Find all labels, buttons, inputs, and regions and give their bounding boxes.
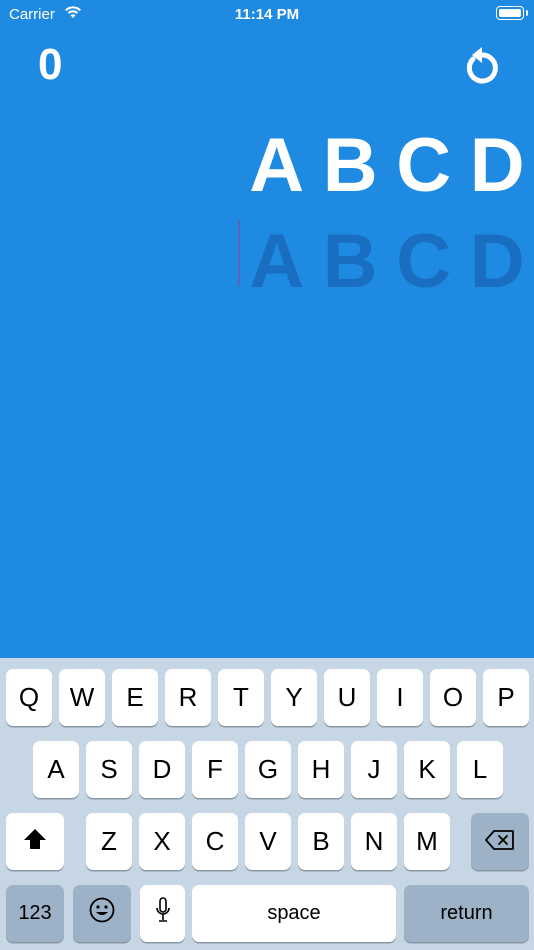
key-s[interactable]: S [86,741,132,798]
key-m[interactable]: M [404,813,450,870]
key-u[interactable]: U [324,669,370,726]
shift-key[interactable] [6,813,64,870]
emoji-icon [89,897,115,930]
key-t[interactable]: T [218,669,264,726]
status-bar: Carrier 11:14 PM [0,0,534,28]
emoji-key[interactable] [73,885,131,942]
battery-icon [496,6,528,20]
delete-key[interactable] [471,813,529,870]
key-r[interactable]: R [165,669,211,726]
target-letter: D [469,123,525,208]
key-c[interactable]: C [192,813,238,870]
key-o[interactable]: O [430,669,476,726]
typed-letter: C [396,219,452,304]
key-b[interactable]: B [298,813,344,870]
keyboard: Q W E R T Y U I O P A S D F G H J K L Z … [0,658,534,950]
typed-letter: D [469,219,525,304]
key-y[interactable]: Y [271,669,317,726]
return-key[interactable]: return [404,885,529,942]
key-z[interactable]: Z [86,813,132,870]
target-letters: A B C D [240,122,534,209]
key-p[interactable]: P [483,669,529,726]
space-key[interactable]: space [192,885,396,942]
backspace-icon [485,826,515,857]
typed-letter: A [249,219,305,304]
key-g[interactable]: G [245,741,291,798]
typed-letters[interactable]: A B C D [240,218,534,305]
key-k[interactable]: K [404,741,450,798]
key-h[interactable]: H [298,741,344,798]
numbers-key[interactable]: 123 [6,885,64,942]
dictation-key[interactable] [140,885,185,942]
key-f[interactable]: F [192,741,238,798]
key-x[interactable]: X [139,813,185,870]
shift-icon [23,826,47,857]
score-label: 0 [38,40,63,89]
target-letter: C [396,123,452,208]
key-v[interactable]: V [245,813,291,870]
key-w[interactable]: W [59,669,105,726]
target-letter: A [249,123,305,208]
reset-icon[interactable] [460,45,504,89]
key-q[interactable]: Q [6,669,52,726]
target-letter: B [322,123,378,208]
key-l[interactable]: L [457,741,503,798]
key-n[interactable]: N [351,813,397,870]
key-i[interactable]: I [377,669,423,726]
status-time: 11:14 PM [234,6,300,23]
key-a[interactable]: A [33,741,79,798]
typed-letter: B [322,219,378,304]
key-j[interactable]: J [351,741,397,798]
key-d[interactable]: D [139,741,185,798]
microphone-icon [155,897,171,930]
key-e[interactable]: E [112,669,158,726]
